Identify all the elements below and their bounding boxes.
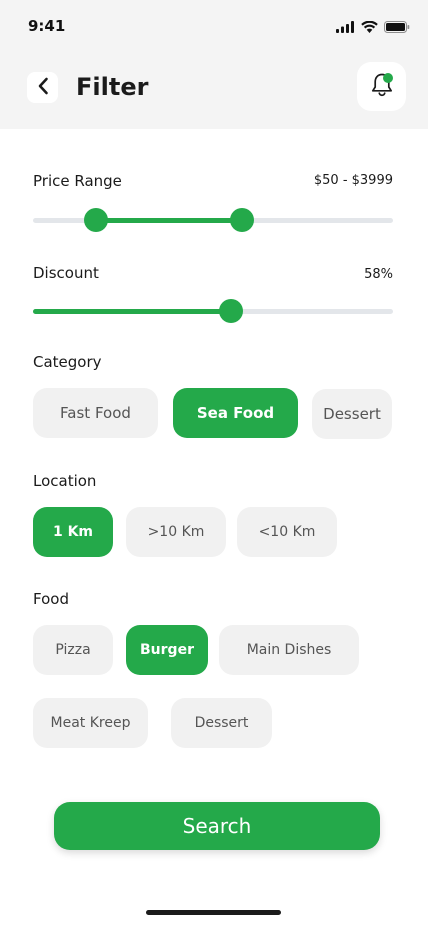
notification-button[interactable] — [357, 62, 406, 111]
discount-handle[interactable] — [219, 299, 243, 323]
discount-slider[interactable] — [33, 299, 393, 323]
discount-label: Discount — [33, 264, 99, 282]
home-indicator — [146, 910, 281, 915]
category-chip-fast-food[interactable]: Fast Food — [33, 388, 158, 438]
price-max-handle[interactable] — [229, 208, 254, 232]
location-chip-1km[interactable]: 1 Km — [33, 507, 113, 557]
food-title: Food — [33, 590, 69, 608]
category-title: Category — [33, 353, 102, 371]
food-chip-pizza[interactable]: Pizza — [33, 625, 113, 675]
category-chip-dessert[interactable]: Dessert — [312, 389, 392, 439]
price-range-value: $50 - $3999 — [313, 173, 393, 188]
signal-icon — [336, 18, 355, 37]
category-chip-sea-food[interactable]: Sea Food — [173, 388, 298, 438]
price-range-fill — [96, 218, 242, 223]
food-chip-main-dishes[interactable]: Main Dishes — [219, 625, 359, 675]
discount-fill — [33, 309, 231, 314]
location-chip-less-10km[interactable]: <10 Km — [237, 507, 337, 557]
price-range-slider[interactable] — [33, 208, 393, 232]
status-time: 9:41 — [28, 17, 66, 35]
page-title: Filter — [76, 73, 149, 101]
food-chip-burger[interactable]: Burger — [126, 625, 208, 675]
location-title: Location — [33, 472, 97, 490]
status-icons — [336, 18, 410, 37]
search-button[interactable]: Search — [54, 802, 380, 850]
discount-value: 58% — [364, 267, 393, 282]
food-chip-dessert[interactable]: Dessert — [171, 698, 272, 748]
wifi-icon — [361, 18, 378, 37]
back-button[interactable] — [27, 72, 58, 103]
chevron-left-icon — [37, 77, 49, 99]
price-min-handle[interactable] — [84, 208, 108, 232]
food-chip-meat-kreep[interactable]: Meat Kreep — [33, 698, 148, 748]
battery-icon — [384, 18, 410, 37]
notification-badge — [383, 73, 393, 83]
price-range-label: Price Range — [33, 172, 122, 190]
location-chip-more-10km[interactable]: >10 Km — [126, 507, 226, 557]
